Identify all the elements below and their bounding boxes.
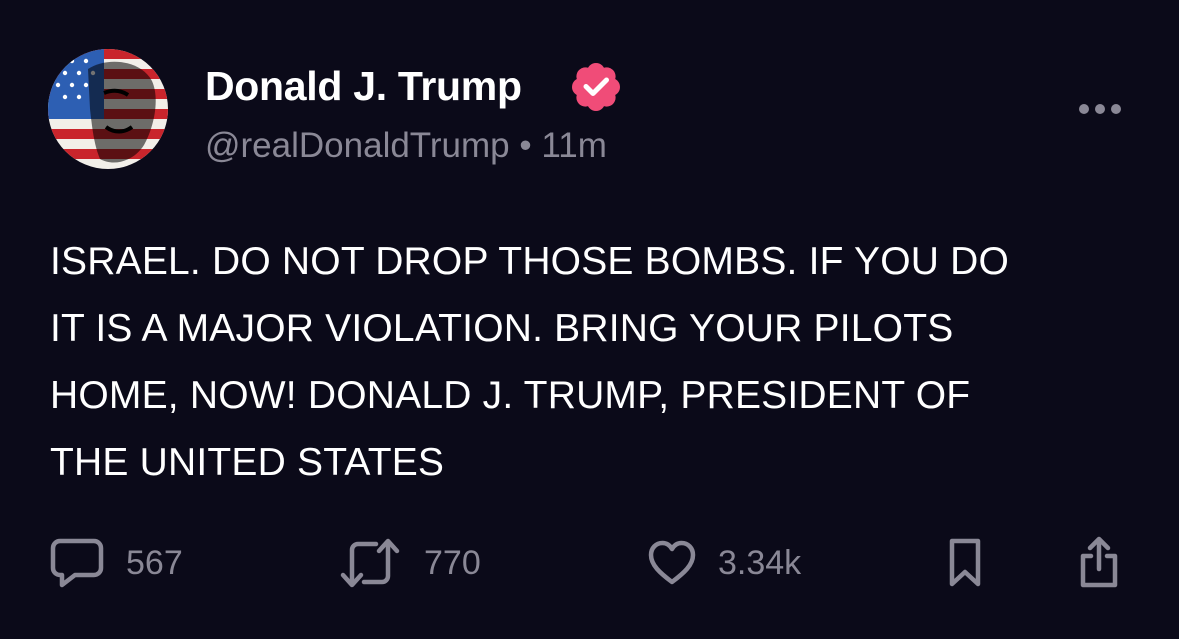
like-count: 3.34k bbox=[718, 544, 802, 582]
speech-bubble-icon bbox=[50, 538, 104, 588]
avatar[interactable] bbox=[48, 49, 168, 169]
bookmark-button[interactable] bbox=[945, 536, 985, 590]
more-options-button[interactable] bbox=[1072, 92, 1128, 126]
post-text: ISRAEL. DO NOT DROP THOSE BOMBS. IF YOU … bbox=[50, 240, 1010, 484]
more-horizontal-icon bbox=[1079, 104, 1121, 114]
verified-badge-icon bbox=[570, 61, 622, 113]
share-button[interactable] bbox=[1075, 536, 1123, 590]
share-icon bbox=[1080, 536, 1118, 588]
author-handle[interactable]: @realDonaldTrump bbox=[205, 126, 510, 165]
repost-arrows-icon bbox=[340, 538, 400, 588]
reply-count: 567 bbox=[126, 544, 183, 582]
bookmark-icon bbox=[949, 538, 981, 587]
meta-separator: • bbox=[519, 126, 532, 165]
post-meta: @realDonaldTrump • 11m bbox=[205, 124, 607, 168]
repost-button[interactable]: 770 bbox=[338, 536, 481, 590]
repost-count: 770 bbox=[424, 544, 481, 582]
post-time[interactable]: 11m bbox=[541, 126, 607, 165]
reply-button[interactable]: 567 bbox=[50, 536, 183, 590]
heart-icon bbox=[648, 540, 696, 585]
author-display-name[interactable]: Donald J. Trump bbox=[205, 62, 522, 110]
like-button[interactable]: 3.34k bbox=[648, 536, 801, 590]
